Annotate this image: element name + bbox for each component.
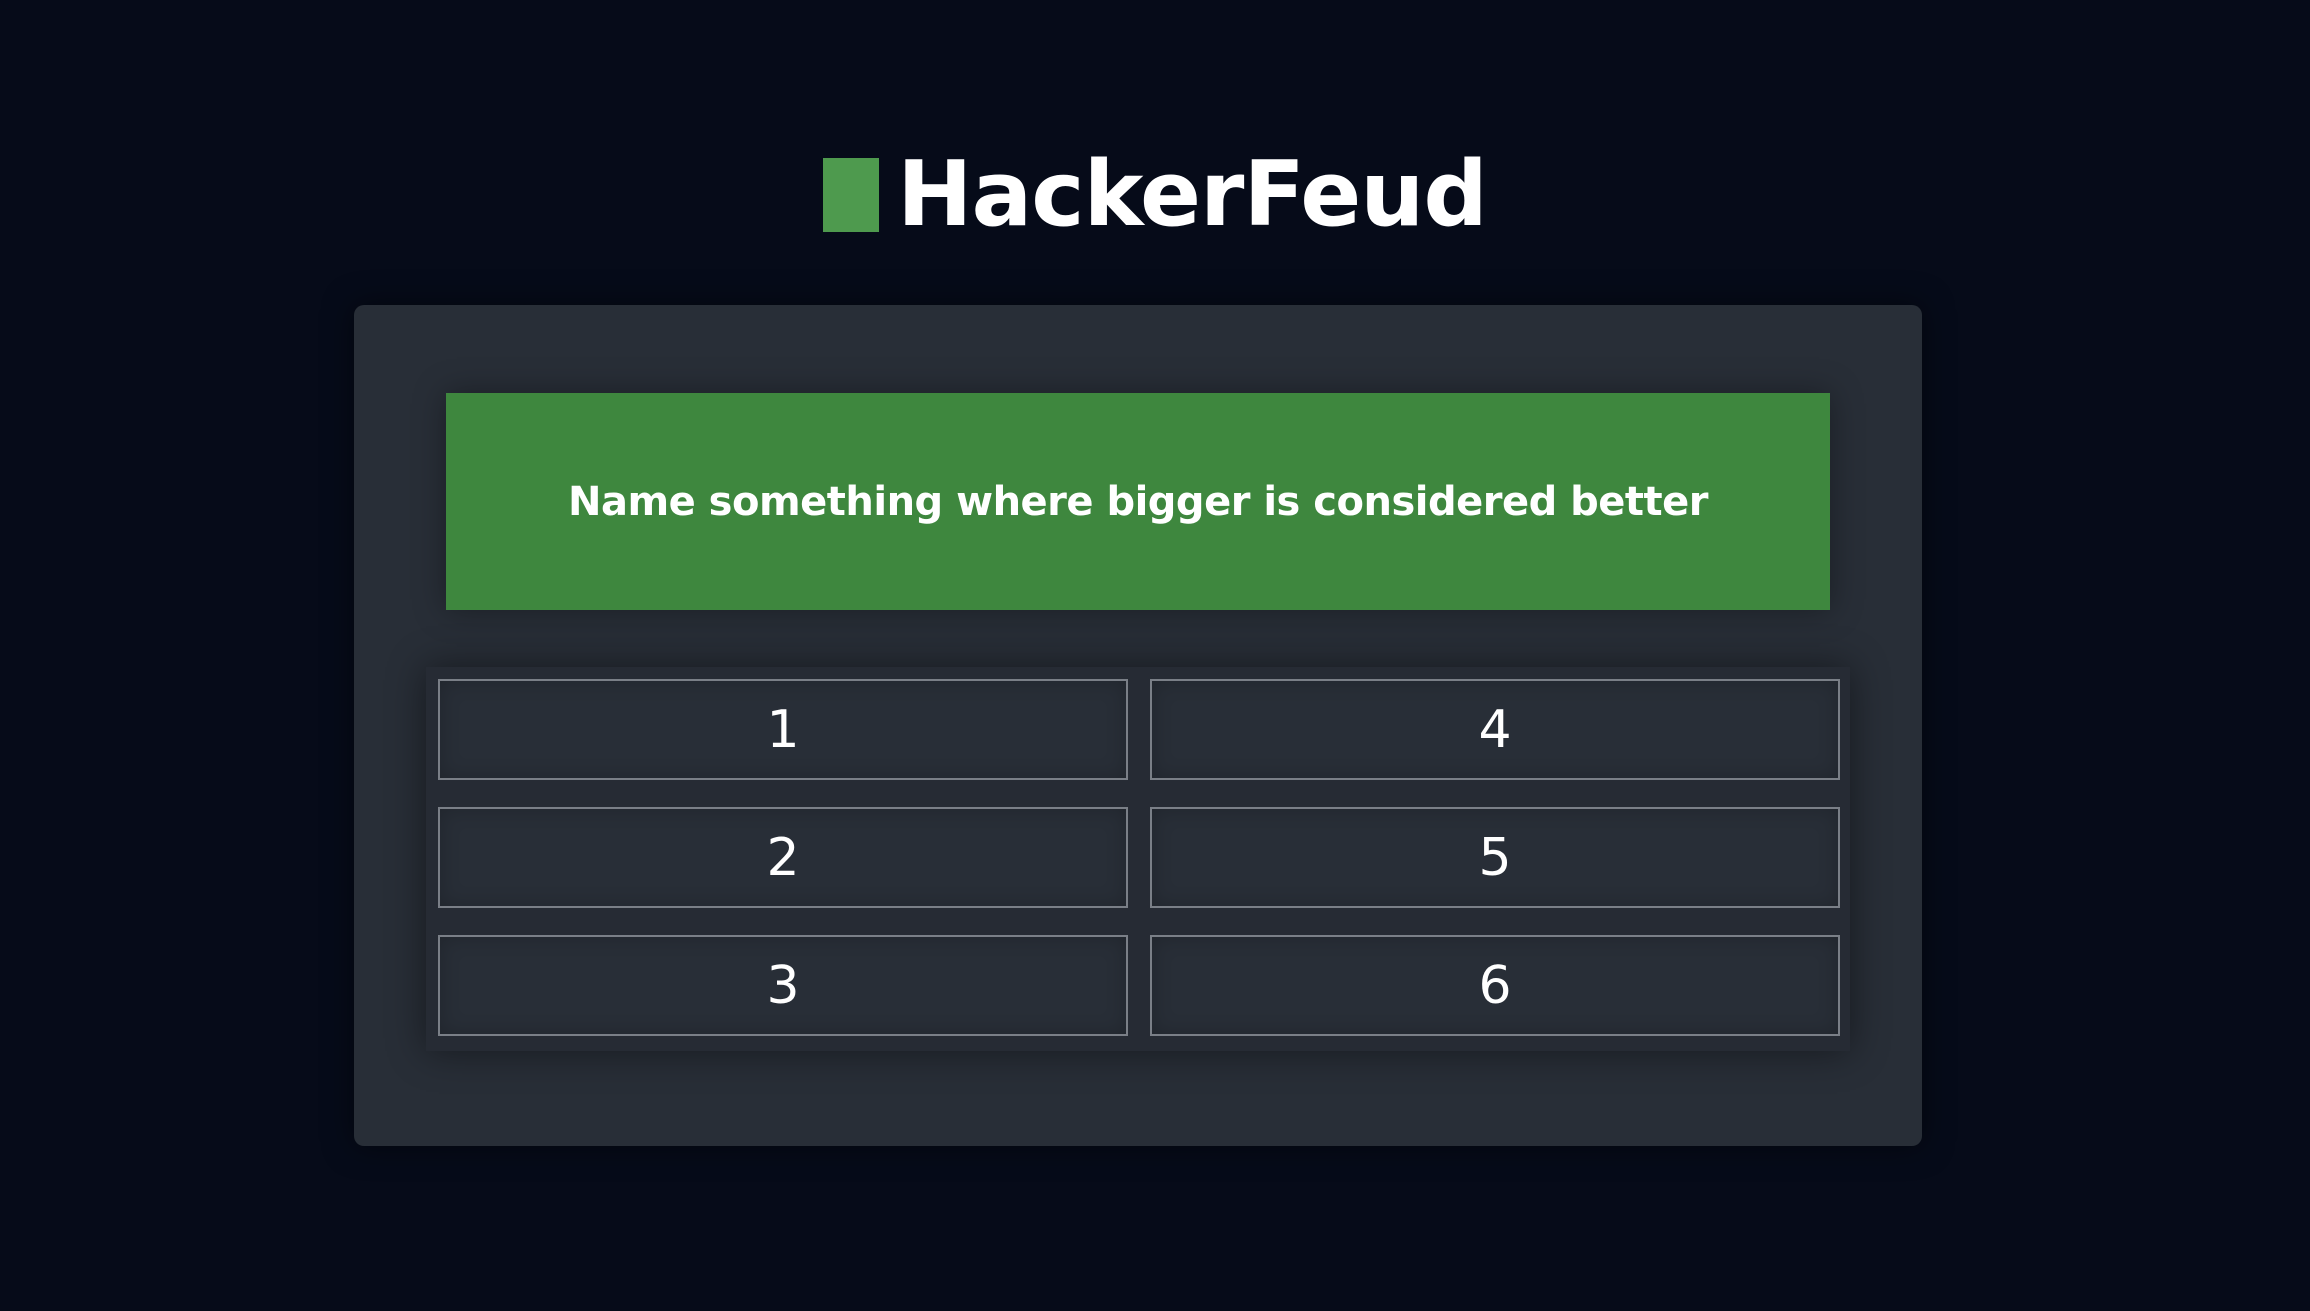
game-page: HackerFeud Name something where bigger i… (0, 0, 2310, 1311)
answer-slot-number: 5 (1478, 827, 1512, 888)
answer-slot-number: 4 (1478, 699, 1512, 760)
answer-slot-2[interactable]: 2 (438, 807, 1128, 908)
question-text: Name something where bigger is considere… (567, 478, 1709, 525)
game-board: Name something where bigger is considere… (354, 305, 1922, 1146)
answer-slot-number: 6 (1478, 955, 1512, 1016)
logo-square-icon (823, 158, 880, 232)
answer-slot-number: 2 (766, 827, 800, 888)
header: HackerFeud (0, 150, 2310, 240)
answer-grid: 1 2 3 4 5 6 (426, 667, 1850, 1051)
answer-slot-1[interactable]: 1 (438, 679, 1128, 780)
question-banner: Name something where bigger is considere… (446, 393, 1830, 610)
answer-slot-5[interactable]: 5 (1150, 807, 1840, 908)
answer-slot-3[interactable]: 3 (438, 935, 1128, 1036)
answer-slot-4[interactable]: 4 (1150, 679, 1840, 780)
app-title: HackerFeud (897, 142, 1488, 247)
answer-slot-6[interactable]: 6 (1150, 935, 1840, 1036)
answer-slot-number: 3 (766, 955, 800, 1016)
answer-slot-number: 1 (766, 699, 800, 760)
